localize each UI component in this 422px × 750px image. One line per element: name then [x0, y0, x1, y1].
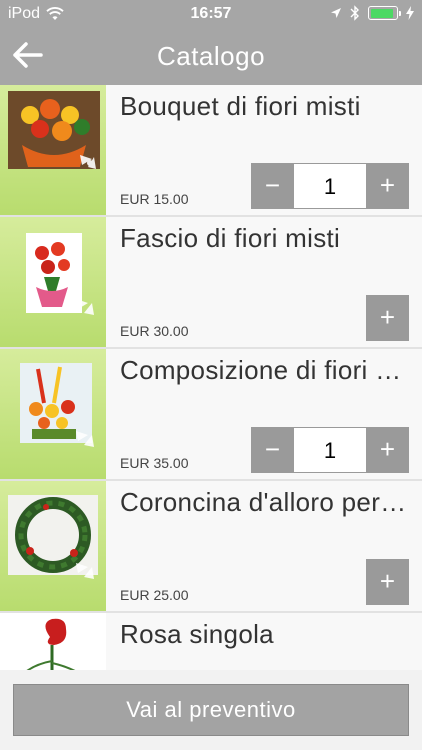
product-title: Fascio di fiori misti [120, 223, 341, 253]
add-button[interactable]: + [366, 559, 409, 605]
list-item[interactable]: Rosa singola [0, 613, 422, 670]
go-to-quote-button[interactable]: Vai al preventivo [13, 684, 409, 736]
status-bar: iPod 16:57 [0, 0, 422, 28]
quantity-stepper: + [366, 295, 409, 341]
product-title: Coroncina d'alloro per laurea [120, 487, 412, 517]
product-price: EUR 35.00 [120, 455, 189, 471]
quantity-stepper: − 1 + [251, 163, 409, 209]
product-image [0, 85, 106, 215]
list-item[interactable]: Composizione di fiori misti EUR 35.00 − … [0, 349, 422, 481]
increase-button[interactable]: + [366, 427, 409, 473]
bluetooth-icon [350, 5, 359, 21]
nav-bar: Catalogo [0, 28, 422, 85]
product-title: Composizione di fiori misti [120, 355, 412, 385]
product-title: Bouquet di fiori misti [120, 91, 361, 121]
quantity-field[interactable]: 1 [294, 163, 366, 209]
battery-icon [368, 6, 401, 20]
location-icon [331, 8, 341, 18]
list-item[interactable]: Coroncina d'alloro per laurea EUR 25.00 … [0, 481, 422, 613]
quantity-stepper: + [366, 559, 409, 605]
decrease-button[interactable]: − [251, 163, 294, 209]
charging-bolt-icon [406, 6, 414, 20]
page-title: Catalogo [156, 41, 266, 71]
app-header: iPod 16:57 Catalogo [0, 0, 422, 85]
product-price: EUR 30.00 [120, 323, 189, 339]
product-title: Rosa singola [120, 619, 274, 649]
quantity-stepper: − 1 + [251, 427, 409, 473]
quantity-field[interactable]: 1 [294, 427, 366, 473]
footer-bar: Vai al preventivo [0, 670, 422, 750]
list-item[interactable]: Bouquet di fiori misti EUR 15.00 − 1 + [0, 85, 422, 217]
product-list[interactable]: Bouquet di fiori misti EUR 15.00 − 1 + F… [0, 85, 422, 670]
decrease-button[interactable]: − [251, 427, 294, 473]
product-image [0, 217, 106, 347]
status-right [330, 5, 414, 21]
product-image [0, 481, 106, 611]
increase-button[interactable]: + [366, 163, 409, 209]
list-item[interactable]: Fascio di fiori misti EUR 30.00 + [0, 217, 422, 349]
product-image [0, 613, 106, 670]
product-price: EUR 15.00 [120, 191, 189, 207]
product-price: EUR 25.00 [120, 587, 189, 603]
add-button[interactable]: + [366, 295, 409, 341]
product-image [0, 349, 106, 479]
